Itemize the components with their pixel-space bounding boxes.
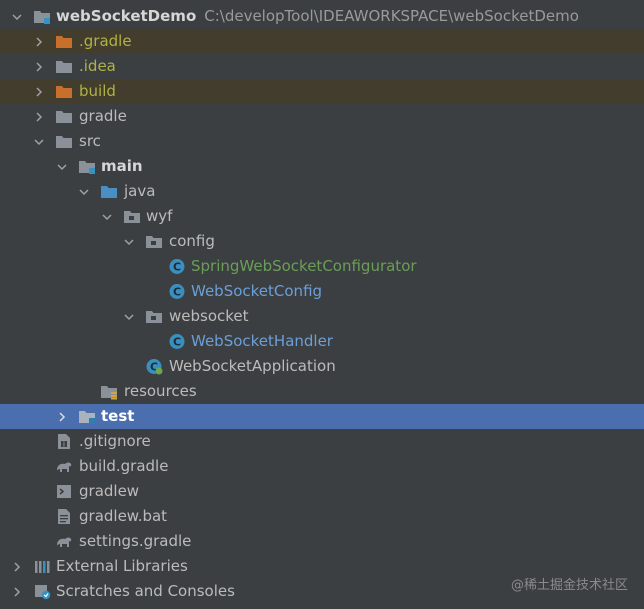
tree-label: gradle	[79, 107, 127, 125]
chevron-down-icon[interactable]	[77, 179, 91, 204]
tree-label: wyf	[146, 207, 173, 225]
class-icon: C	[168, 283, 186, 300]
gitignore-file-icon: i	[55, 433, 73, 450]
chevron-right-icon[interactable]	[55, 404, 69, 429]
tree-row-gradlew[interactable]: gradlew	[0, 479, 644, 504]
chevron-down-icon[interactable]	[122, 304, 136, 329]
tree-row-wyf[interactable]: wyf	[0, 204, 644, 229]
chevron-down-icon[interactable]	[100, 204, 114, 229]
chevron-right-icon[interactable]	[32, 79, 46, 104]
source-folder-icon	[100, 183, 118, 200]
tree-label: WebSocketApplication	[169, 357, 336, 375]
resources-folder-icon	[100, 383, 118, 400]
class-icon: C	[168, 258, 186, 275]
tree-label: .idea	[79, 57, 116, 75]
chevron-right-icon[interactable]	[32, 104, 46, 129]
tree-label: gradlew.bat	[79, 507, 168, 525]
tree-label: .gitignore	[79, 432, 151, 450]
tree-row-settings-gradle[interactable]: settings.gradle	[0, 529, 644, 554]
tree-row-spring-configurator[interactable]: C SpringWebSocketConfigurator	[0, 254, 644, 279]
tree-row-idea[interactable]: .idea	[0, 54, 644, 79]
tree-label: websocket	[169, 307, 249, 325]
tree-row-java[interactable]: java	[0, 179, 644, 204]
tree-row-gradle-hidden[interactable]: .gradle	[0, 29, 644, 54]
source-set-folder-icon	[78, 158, 96, 175]
chevron-right-icon[interactable]	[10, 554, 24, 579]
gradle-icon	[55, 458, 73, 475]
tree-label: build	[79, 82, 116, 100]
spring-boot-class-icon: C	[145, 358, 163, 375]
tree-label: .gradle	[79, 32, 132, 50]
tree-row-build-gradle[interactable]: build.gradle	[0, 454, 644, 479]
tree-label: main	[101, 157, 143, 175]
source-set-folder-icon	[78, 408, 96, 425]
tree-row-gitignore[interactable]: i .gitignore	[0, 429, 644, 454]
tree-label: resources	[124, 382, 197, 400]
tree-row-config[interactable]: config	[0, 229, 644, 254]
tree-row-root[interactable]: webSocketDemo C:\developTool\IDEAWORKSPAC…	[0, 4, 644, 29]
package-icon	[123, 208, 141, 225]
text-file-icon	[55, 508, 73, 525]
tree-label: settings.gradle	[79, 532, 192, 550]
tree-row-websocket-application[interactable]: C WebSocketApplication	[0, 354, 644, 379]
project-tree: webSocketDemo C:\developTool\IDEAWORKSPAC…	[0, 0, 644, 609]
tree-row-websocket-handler[interactable]: C WebSocketHandler	[0, 329, 644, 354]
tree-label: External Libraries	[56, 557, 188, 575]
tree-row-gradle[interactable]: gradle	[0, 104, 644, 129]
tree-label: Scratches and Consoles	[56, 582, 235, 600]
watermark-text: @稀土掘金技术社区	[510, 578, 628, 593]
tree-row-build[interactable]: build	[0, 79, 644, 104]
folder-icon	[55, 108, 73, 125]
tree-row-websocket-package[interactable]: websocket	[0, 304, 644, 329]
chevron-down-icon[interactable]	[55, 154, 69, 179]
excluded-folder-icon	[55, 83, 73, 100]
scratches-icon	[33, 583, 51, 600]
tree-label: java	[124, 182, 156, 200]
chevron-down-icon[interactable]	[122, 229, 136, 254]
tree-row-main[interactable]: main	[0, 154, 644, 179]
tree-label: config	[169, 232, 215, 250]
package-icon	[145, 233, 163, 250]
package-icon	[145, 308, 163, 325]
svg-text:i: i	[63, 441, 65, 449]
tree-label: WebSocketConfig	[191, 282, 323, 300]
tree-row-src[interactable]: src	[0, 129, 644, 154]
folder-icon	[55, 58, 73, 75]
project-path: C:\developTool\IDEAWORKSPACE\webSocketDe…	[204, 7, 579, 25]
module-folder-icon	[33, 8, 51, 25]
tree-row-gradlew-bat[interactable]: gradlew.bat	[0, 504, 644, 529]
chevron-down-icon[interactable]	[10, 4, 24, 29]
gradle-icon	[55, 533, 73, 550]
svg-text:C: C	[173, 261, 181, 274]
chevron-right-icon[interactable]	[10, 579, 24, 604]
chevron-right-icon[interactable]	[32, 54, 46, 79]
tree-row-test[interactable]: test	[0, 404, 644, 429]
tree-label: SpringWebSocketConfigurator	[191, 257, 417, 275]
tree-row-websocket-config[interactable]: C WebSocketConfig	[0, 279, 644, 304]
chevron-right-icon[interactable]	[32, 29, 46, 54]
terminal-file-icon	[55, 483, 73, 500]
svg-text:C: C	[173, 336, 181, 349]
tree-label: src	[79, 132, 101, 150]
folder-icon	[55, 133, 73, 150]
tree-label: WebSocketHandler	[191, 332, 333, 350]
tree-label-root: webSocketDemo C:\developTool\IDEAWORKSPAC…	[56, 7, 579, 25]
library-icon	[33, 558, 51, 575]
class-icon: C	[168, 333, 186, 350]
tree-label: gradlew	[79, 482, 140, 500]
tree-label: test	[101, 407, 135, 425]
svg-text:C: C	[173, 286, 181, 299]
excluded-folder-icon	[55, 33, 73, 50]
tree-row-resources[interactable]: resources	[0, 379, 644, 404]
chevron-down-icon[interactable]	[32, 129, 46, 154]
tree-label: build.gradle	[79, 457, 169, 475]
